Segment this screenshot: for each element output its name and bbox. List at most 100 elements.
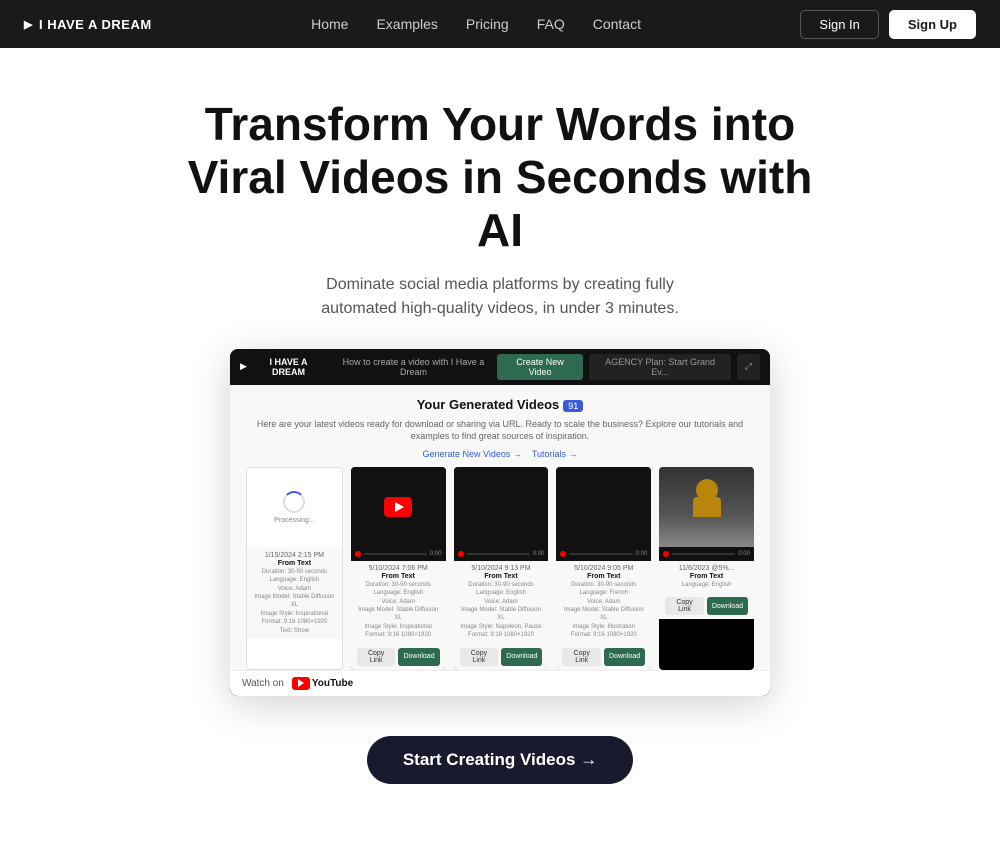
video-card-3[interactable]: 0:00 5/10/2024 9:05 PM From Text Duratio… — [556, 467, 651, 670]
progress-bar-1 — [364, 553, 427, 555]
spinner-icon — [283, 491, 305, 513]
watch-on-text: Watch on — [242, 678, 284, 689]
thumb-2[interactable] — [454, 467, 549, 547]
video-embed: ▶ I HAVE A DREAM How to create a video w… — [230, 349, 770, 696]
nav-links: Home Examples Pricing FAQ Contact — [311, 16, 641, 32]
video-card-1[interactable]: 0:00 5/10/2024 7:06 PM From Text Duratio… — [351, 467, 446, 670]
progress-bar-3 — [569, 553, 632, 555]
youtube-icon — [292, 677, 310, 690]
download-btn-4[interactable]: Download — [707, 597, 748, 615]
hero-section: Transform Your Words into Viral Videos i… — [0, 48, 1000, 844]
progress-bar-4 — [672, 553, 735, 555]
video-meta-0: Duration: 30-90 seconds Language: Englis… — [253, 568, 336, 635]
signin-button[interactable]: Sign In — [800, 10, 878, 39]
video-card-2[interactable]: 0:00 5/10/2024 9:13 PM From Text Duratio… — [454, 467, 549, 670]
copy-link-btn-2[interactable]: Copy Link — [460, 648, 499, 666]
create-video-btn[interactable]: Create New Video — [497, 354, 584, 380]
copy-link-btn-4[interactable]: Copy Link — [665, 597, 704, 615]
cta-section: Start Creating Videos → — [20, 726, 980, 814]
download-btn-3[interactable]: Download — [604, 648, 645, 666]
nav-faq[interactable]: FAQ — [537, 16, 565, 32]
logo-text: I HAVE A DREAM — [39, 17, 152, 32]
download-btn-1[interactable]: Download — [398, 648, 439, 666]
topbar-brand: I HAVE A DREAM — [253, 357, 324, 377]
video-from-0: From Text — [253, 560, 336, 567]
video-info-3: 5/10/2024 9:05 PM From Text Duration: 30… — [556, 561, 651, 644]
controls-2: 0:00 — [454, 547, 549, 561]
panel-header: Your Generated Videos 91 — [246, 397, 754, 415]
nav-pricing[interactable]: Pricing — [466, 16, 509, 32]
video-from-1: From Text — [357, 573, 440, 580]
generate-link[interactable]: Generate New Videos → — [422, 449, 521, 459]
video-meta-4: Language: English — [665, 581, 748, 589]
hero-subtext: Dominate social media platforms by creat… — [300, 273, 700, 321]
controls-1: 0:00 — [351, 547, 446, 561]
video-date-1: 5/10/2024 7:06 PM — [357, 565, 440, 572]
controls-3: 0:00 — [556, 547, 651, 561]
play-icon: ▶ — [24, 18, 33, 31]
time-2: 0:00 — [533, 551, 545, 557]
navbar: ▶ I HAVE A DREAM Home Examples Pricing F… — [0, 0, 1000, 48]
video-info-1: 5/10/2024 7:06 PM From Text Duration: 30… — [351, 561, 446, 644]
action-btns-4: Copy Link Download — [659, 593, 754, 619]
video-date-3: 5/10/2024 9:05 PM — [562, 565, 645, 572]
video-info-0: 1/15/2024 2:15 PM From Text Duration: 30… — [247, 548, 342, 639]
video-info-4: 11/6/2023 @5%... From Text Language: Eng… — [659, 561, 754, 593]
processing-area: Processing... — [247, 468, 342, 548]
action-btns-1: Copy Link Download — [351, 644, 446, 670]
tutorials-link[interactable]: Tutorials → — [532, 449, 578, 459]
nav-examples[interactable]: Examples — [376, 16, 437, 32]
video-meta-3: Duration: 30-90 seconds Language: French… — [562, 581, 645, 640]
panel-actions: Generate New Videos → Tutorials → — [246, 449, 754, 459]
action-btns-3: Copy Link Download — [556, 644, 651, 670]
video-date-4: 11/6/2023 @5%... — [665, 565, 748, 572]
thumb-3[interactable] — [556, 467, 651, 547]
processing-text: Processing... — [274, 517, 314, 524]
play-icon-1[interactable] — [384, 497, 412, 517]
video-card-4[interactable]: 0:00 11/6/2023 @5%... From Text Language… — [659, 467, 754, 670]
video-from-4: From Text — [665, 573, 748, 580]
video-date-0: 1/15/2024 2:15 PM — [253, 552, 336, 559]
topbar-video-title: How to create a video with I Have a Drea… — [330, 357, 497, 377]
progress-dot-4 — [663, 551, 669, 557]
video-inner: ▶ I HAVE A DREAM How to create a video w… — [230, 349, 770, 696]
video-topbar: ▶ I HAVE A DREAM How to create a video w… — [230, 349, 770, 385]
time-3: 0:00 — [636, 551, 648, 557]
nav-contact[interactable]: Contact — [593, 16, 641, 32]
video-meta-1: Duration: 30-90 seconds Language: Englis… — [357, 581, 440, 640]
thumb-1[interactable] — [351, 467, 446, 547]
hero-headline: Transform Your Words into Viral Videos i… — [160, 98, 840, 257]
progress-dot-3 — [560, 551, 566, 557]
logo[interactable]: ▶ I HAVE A DREAM — [24, 17, 152, 32]
thumb-4[interactable] — [659, 467, 754, 547]
progress-dot-1 — [355, 551, 361, 557]
action-btns-2: Copy Link Download — [454, 644, 549, 670]
controls-4: 0:00 — [659, 547, 754, 561]
video-card-processing: Processing... 1/15/2024 2:15 PM From Tex… — [246, 467, 343, 670]
copy-link-btn-3[interactable]: Copy Link — [562, 648, 601, 666]
videos-row: Processing... 1/15/2024 2:15 PM From Tex… — [246, 467, 754, 670]
video-meta-2: Duration: 30-90 seconds Language: Englis… — [460, 581, 543, 640]
panel-title: Your Generated Videos — [417, 397, 560, 412]
copy-link-btn-1[interactable]: Copy Link — [357, 648, 396, 666]
video-count-badge: 91 — [563, 400, 583, 412]
nav-home[interactable]: Home — [311, 16, 348, 32]
topbar-right: Create New Video AGENCY Plan: Start Gran… — [497, 354, 760, 380]
generated-videos-panel: Your Generated Videos 91 Here are your l… — [230, 385, 770, 670]
time-1: 0:00 — [430, 551, 442, 557]
youtube-logo[interactable]: YouTube — [292, 677, 353, 690]
progress-dot-2 — [458, 551, 464, 557]
video-from-2: From Text — [460, 573, 543, 580]
youtube-text: YouTube — [312, 678, 353, 689]
signup-button[interactable]: Sign Up — [889, 10, 976, 39]
progress-bar-2 — [467, 553, 530, 555]
youtube-watchbar: Watch on YouTube — [230, 670, 770, 696]
download-btn-2[interactable]: Download — [501, 648, 542, 666]
video-date-2: 5/10/2024 9:13 PM — [460, 565, 543, 572]
video-from-3: From Text — [562, 573, 645, 580]
video-info-2: 5/10/2024 9:13 PM From Text Duration: 30… — [454, 561, 549, 644]
expand-btn[interactable]: ⤢ — [737, 354, 760, 380]
start-creating-button[interactable]: Start Creating Videos → — [367, 736, 633, 784]
agency-btn[interactable]: AGENCY Plan: Start Grand Ev... — [589, 354, 731, 380]
panel-subtitle: Here are your latest videos ready for do… — [246, 418, 754, 443]
